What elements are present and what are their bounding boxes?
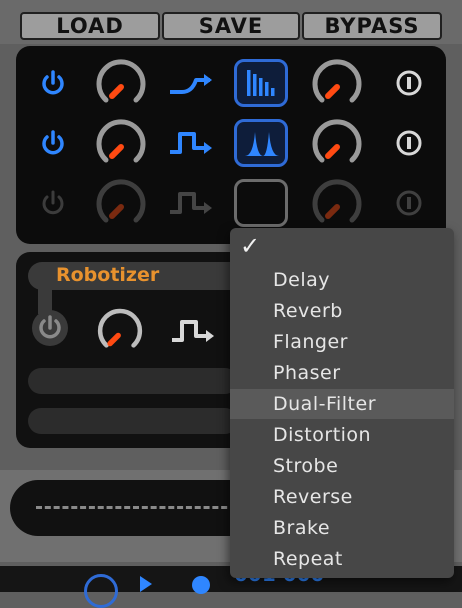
menu-item-reverse[interactable]: Reverse: [230, 482, 454, 512]
dual-filter-button[interactable]: [234, 119, 288, 167]
power-icon[interactable]: [38, 128, 68, 158]
empty-filter-button[interactable]: [234, 179, 288, 227]
load-button[interactable]: LOAD: [20, 12, 160, 40]
menu-item-strobe[interactable]: Strobe: [230, 451, 454, 481]
spectrum-filter-button[interactable]: [234, 59, 288, 107]
menu-item-reverb[interactable]: Reverb: [230, 296, 454, 326]
effect-row-3: [16, 174, 446, 234]
knob-left-3[interactable]: [90, 172, 152, 234]
menu-item-brake[interactable]: Brake: [230, 513, 454, 543]
menu-item-repeat[interactable]: Repeat: [230, 544, 454, 574]
meter-dashes: [36, 506, 236, 509]
menu-item-dual-filter[interactable]: Dual-Filter: [230, 389, 454, 419]
power-icon[interactable]: [38, 188, 68, 218]
knob-right-2[interactable]: [306, 112, 368, 174]
power-icon[interactable]: [30, 308, 70, 348]
knob-right-3[interactable]: [306, 172, 368, 234]
record-icon[interactable]: [192, 576, 210, 594]
slot-title: Robotizer: [56, 264, 160, 286]
bypass-button[interactable]: BYPASS: [302, 12, 442, 40]
top-toolbar: LOAD SAVE BYPASS: [0, 0, 462, 44]
info-icon[interactable]: [394, 128, 424, 158]
play-arrow-icon: [140, 576, 152, 592]
knob-left-1[interactable]: [90, 52, 152, 114]
menu-item-flanger[interactable]: Flanger: [230, 327, 454, 357]
robotizer-knob[interactable]: [92, 302, 148, 358]
square-wave-icon[interactable]: [168, 312, 220, 350]
square-wave-icon[interactable]: [166, 184, 218, 222]
save-button[interactable]: SAVE: [162, 12, 300, 40]
menu-item-delay[interactable]: Delay: [230, 265, 454, 295]
info-icon[interactable]: [394, 68, 424, 98]
knob-right-1[interactable]: [306, 52, 368, 114]
ramp-curve-icon[interactable]: [166, 64, 218, 102]
dual-peak-icon: [245, 132, 279, 156]
effect-type-menu: ✓ Delay Reverb Flanger Phaser Dual-Filte…: [230, 228, 454, 578]
info-icon[interactable]: [394, 188, 424, 218]
effect-row-2: [16, 114, 446, 174]
effects-panel: [16, 46, 446, 244]
menu-item-phaser[interactable]: Phaser: [230, 358, 454, 388]
knob-left-2[interactable]: [90, 112, 152, 174]
slot-slider-track-1[interactable]: [28, 368, 238, 394]
power-icon[interactable]: [38, 68, 68, 98]
effect-row-1: [16, 54, 446, 114]
play-button[interactable]: [84, 574, 118, 608]
slot-slider-track-2[interactable]: [28, 408, 238, 434]
menu-item-distortion[interactable]: Distortion: [230, 420, 454, 450]
selected-checkmark: ✓: [240, 232, 261, 260]
square-wave-icon[interactable]: [166, 124, 218, 162]
spectrum-bars-icon: [247, 70, 275, 96]
